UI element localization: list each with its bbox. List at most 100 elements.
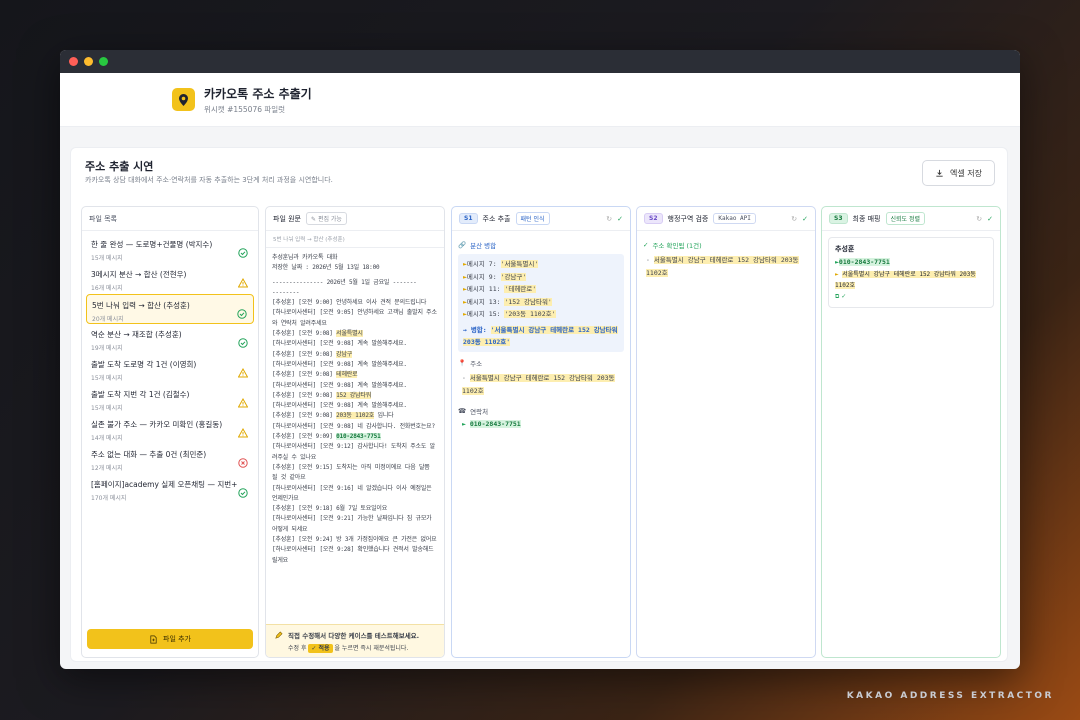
chat-line: -------- (272, 288, 300, 296)
chat-line: 추성훈님과 카카오톡 대화 (272, 254, 338, 261)
s3-actions[interactable]: ⧉ ✓ (835, 293, 987, 301)
original-text-panel: 파일 원문 ✎ 편집 가능 5번 나눠 입력 → 합산 (추성훈) 추성훈님과 … (265, 206, 445, 658)
address-label: 📍 주소 (458, 358, 483, 368)
original-header: 파일 원문 ✎ 편집 가능 (266, 207, 444, 231)
step1-panel: S1 주소 추출 패턴 인식 ↻ ✓ 🔗 분산 병합 ►메시지 7: '서울특별… (451, 206, 631, 658)
merged-result: → 병합: '서울특별시 강남구 테헤란로 152 강남타워 203동 1102… (463, 325, 618, 346)
merge-box: ►메시지 7: '서울특별시' ►메시지 9: '강남구' ►메시지 11: '테헤… (458, 254, 624, 352)
warning-icon (237, 273, 249, 288)
chat-line: [하나로이사센터] [오전 9:08] 계속 말씀해주세요. (272, 340, 407, 348)
chat-line: [추성훈] [오전 9:18] 6월 7일 토요일이요 (272, 505, 388, 513)
minimize-window-button[interactable] (84, 57, 93, 66)
s1-phone: ► 010-2843-7751 (462, 419, 521, 428)
file-list-panel: 파일 목록 한 줄 완성 — 도로명+건물명 (박지수) 15개 메시지 3메시… (81, 206, 259, 658)
file-list-header: 파일 목록 (82, 207, 258, 231)
watermark: KAKAO ADDRESS EXTRACTOR (846, 691, 1054, 701)
app-subtitle: 위시캣 #155076 파일럿 (204, 104, 286, 114)
merge-message-row: ►메시지 11: '테헤란로' (463, 285, 537, 293)
step2-tag: Kakao API (713, 213, 756, 224)
map-pin-logo-icon (172, 88, 195, 111)
confirmed-label: ✓ 주소 확인됨 (1건) (643, 241, 702, 250)
chat-line: [하나로이사센터] [오전 9:08] 네 감사합니다. 전화번호는요? (272, 422, 435, 430)
file-message-count: 170개 메시지 (91, 495, 127, 502)
file-item[interactable]: 출발 도착 지번 각 1건 (김철수) 15개 메시지 (86, 384, 254, 414)
file-message-count: 12개 메시지 (91, 465, 123, 472)
refresh-icon[interactable]: ↻ (606, 215, 612, 223)
step3-panel: S3 최종 매핑 신뢰도 정렬 ↻ ✓ 추성훈 ►010-2843-7751 ►… (821, 206, 1001, 658)
step1-badge: S1 (459, 213, 478, 224)
refresh-icon[interactable]: ↻ (791, 215, 797, 223)
check-circle-icon: ✓ (802, 214, 808, 223)
merge-message-row: ►메시지 7: '서울특별시' (463, 260, 539, 268)
s1-address: · 서울특별시 강남구 테헤란로 152 강남타워 203동 1102호 (462, 373, 615, 395)
error-circle-icon (238, 453, 248, 468)
merge-group-label: 🔗 분산 병합 (458, 241, 497, 250)
apply-button[interactable]: ✓ 적용 (308, 644, 333, 653)
file-name: 3메시지 분산 → 합산 (전현우) (91, 270, 187, 279)
step3-title: 최종 매핑 (852, 214, 881, 223)
chat-line: [추성훈] [오전 9:09] 010-2843-7751 (272, 433, 381, 441)
file-name: 출발 도착 도로명 각 1건 (이영희) (91, 360, 197, 369)
step2-badge: S2 (644, 213, 663, 224)
section-description: 카카오톡 상담 대화에서 주소·연락처를 자동 추출하는 3단계 처리 과정을 … (85, 176, 333, 184)
chat-line: [추성훈] [오전 9:15] 도착지는 아직 미정이에요 다음 달쯤 될 것 … (272, 463, 434, 482)
check-circle-icon (238, 333, 248, 348)
chat-line: [추성훈] [오전 9:08] 강남구 (272, 350, 353, 358)
file-item[interactable]: 역순 분산 → 재조합 (추성훈) 19개 메시지 (86, 324, 254, 354)
contact-label: ☎ 연락처 (458, 406, 489, 416)
chat-line: [하나로이사센터] [오전 9:12] 감사합니다! 도착지 주소도 알려주실 … (272, 443, 435, 461)
check-circle-icon (238, 243, 248, 258)
step1-title: 주소 추출 (482, 214, 511, 223)
original-title: 파일 원문 (273, 214, 301, 223)
file-message-count: 15개 메시지 (91, 375, 123, 382)
pencil-icon (275, 631, 283, 639)
step2-title: 행정구역 검증 (667, 214, 709, 223)
file-message-count: 14개 메시지 (91, 435, 123, 442)
maximize-window-button[interactable] (99, 57, 108, 66)
chat-line: --------------- 2026년 5월 1일 금요일 ------- (272, 278, 417, 286)
editable-tag: ✎ 편집 가능 (306, 212, 347, 225)
edit-hint-box: 직접 수정해서 다양한 케이스를 테스트해보세요. 수정 후 ✓ 적용 을 누르… (266, 624, 444, 657)
step1-header: S1 주소 추출 패턴 인식 ↻ ✓ (452, 207, 630, 231)
app-title: 카카오톡 주소 추출기 (204, 86, 312, 101)
file-name: 5번 나눠 입력 → 합산 (추성훈) (92, 301, 190, 310)
section-title: 주소 추출 시연 (85, 160, 154, 173)
chat-line: [하나로이사센터] [오전 9:08] 계속 말씀해주세요. (272, 360, 407, 368)
s3-phone: ►010-2843-7751 (835, 258, 890, 266)
edit-hint-title: 직접 수정해서 다양한 케이스를 테스트해보세요. (288, 632, 420, 640)
file-name: 실존 불가 주소 — 카카오 미확인 (홍길동) (91, 420, 223, 429)
file-item[interactable]: 출발 도착 도로명 각 1건 (이영희) 15개 메시지 (86, 354, 254, 384)
file-name: [홈페이지]academy 실제 오픈채팅 — 지번+... (91, 480, 237, 489)
file-item[interactable]: 주소 없는 대화 — 추출 0건 (최민준) 12개 메시지 (86, 444, 254, 474)
file-message-count: 15개 메시지 (91, 255, 123, 262)
chat-line: [하나로이사센터] [오전 9:28] 확인했습니다 견적서 발송해드릴게요 (272, 546, 434, 564)
merge-message-row: ►메시지 9: '강남구' (463, 272, 527, 281)
chat-line: [추성훈] [오전 9:24] 방 3개 가정집이에요 큰 가전은 없어요 (272, 536, 437, 544)
mapping-card: 추성훈 ►010-2843-7751 ► 서울특별시 강남구 테헤란로 152 … (828, 237, 994, 308)
file-item[interactable]: 5번 나눠 입력 → 합산 (추성훈) 20개 메시지 (86, 294, 254, 324)
app-window: 카카오톡 주소 추출기 위시캣 #155076 파일럿 주소 추출 시연 카카오… (60, 50, 1020, 669)
add-file-button[interactable]: 파일 추가 (87, 629, 253, 649)
file-name: 역순 분산 → 재조합 (추성훈) (91, 330, 182, 339)
demo-section: 주소 추출 시연 카카오톡 상담 대화에서 주소·연락처를 자동 추출하는 3단… (70, 147, 1008, 662)
close-window-button[interactable] (69, 57, 78, 66)
original-file-name: 5번 나눠 입력 → 합산 (추성훈) (266, 231, 444, 248)
check-circle-icon: ✓ (617, 214, 623, 223)
refresh-icon[interactable]: ↻ (976, 215, 982, 223)
step1-tag: 패턴 인식 (515, 212, 550, 225)
chat-line: [추성훈] [오전 9:08] 203동 1102호 입니다 (272, 412, 394, 420)
warning-icon (237, 363, 249, 378)
file-item[interactable]: 실존 불가 주소 — 카카오 미확인 (홍길동) 14개 메시지 (86, 414, 254, 444)
chat-line: [추성훈] [오전 9:08] 테헤란로 (272, 371, 358, 379)
warning-icon (237, 393, 249, 408)
merge-message-row: ►메시지 13: '152 강남타워' (463, 297, 552, 306)
file-message-count: 15개 메시지 (91, 405, 123, 412)
check-circle-icon (238, 483, 248, 498)
chat-line: [하나로이사센터] [오전 9:21] 가능한 날짜입니다 짐 규모가 어떻게 … (272, 515, 435, 533)
file-item[interactable]: 3메시지 분산 → 합산 (전현우) 16개 메시지 (86, 264, 254, 294)
chat-line: [하나로이사센터] [오전 9:08] 계속 말씀해주세요. (272, 381, 407, 389)
excel-save-button[interactable]: 엑셀 저장 (922, 160, 995, 186)
file-item[interactable]: 한 줄 완성 — 도로명+건물명 (박지수) 15개 메시지 (86, 234, 254, 264)
file-item[interactable]: [홈페이지]academy 실제 오픈채팅 — 지번+... 170개 메시지 (86, 474, 254, 504)
chat-transcript-editor[interactable]: 추성훈님과 카카오톡 대화 저장한 날짜 : 2026년 5월 13일 18:00… (266, 248, 444, 571)
